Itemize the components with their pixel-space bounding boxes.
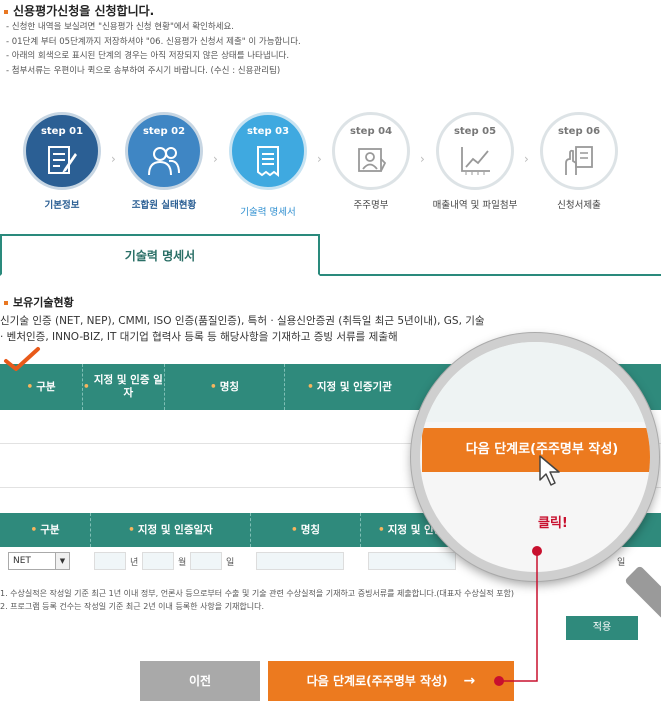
instruction-line: - 첨부서류는 우편이나 퀵으로 송부하여 주시기 바랍니다. (수신 : 신용… <box>6 65 281 76</box>
day-input[interactable] <box>190 552 222 570</box>
step-03[interactable]: step 03 기술력 명세서 <box>218 112 318 218</box>
step-label: 기술력 명세서 <box>240 207 296 218</box>
cursor-icon <box>539 455 560 486</box>
year-input[interactable] <box>94 552 126 570</box>
step-progress: step 01 기본정보 › step 02 조합원 실태현황 › step 0… <box>0 112 661 222</box>
click-annotation: 클릭! <box>538 516 568 531</box>
step-05[interactable]: step 05 매출내역 및 파일첨부 <box>425 112 525 211</box>
instruction-line: - 01단계 부터 05단계까지 저장하셔야 "06. 신용평가 신청서 제출"… <box>6 36 301 47</box>
arrow-right-icon: → <box>463 673 476 689</box>
page-title: 신용평가신청을 신청합니다. <box>4 2 154 19</box>
agency-input[interactable] <box>368 552 456 570</box>
id-card-icon <box>358 148 387 172</box>
step-label: 주주명부 <box>353 200 389 211</box>
type-select[interactable]: NET ▼ <box>8 552 70 570</box>
form-edit-icon <box>48 146 77 174</box>
step-label: 매출내역 및 파일첨부 <box>432 200 518 211</box>
prev-button[interactable]: 이전 <box>140 661 260 701</box>
instruction-line: - 아래의 회색으로 표시된 단계의 경우는 아직 저장되지 않은 상태를 나타… <box>6 51 290 61</box>
section-description: 신기술 인증 (NET, NEP), CMMI, ISO 인증(품질인증), 특… <box>0 315 485 343</box>
chart-icon <box>461 147 490 175</box>
step-04[interactable]: step 04 주주명부 <box>321 112 421 211</box>
people-icon <box>148 147 180 176</box>
magnifier-callout: 다음 단계로(주주명부 작성) 클릭! <box>411 333 659 581</box>
tab-tech-spec[interactable]: 기술력 명세서 <box>0 234 320 276</box>
receipt-icon <box>257 146 279 177</box>
section-title: 보유기술현황 <box>4 294 74 310</box>
month-input[interactable] <box>142 552 174 570</box>
step-label: 조합원 실태현황 <box>131 200 197 211</box>
apply-button[interactable]: 적용 <box>566 616 638 640</box>
step-06[interactable]: step 06 신청서제출 <box>529 112 629 211</box>
chevron-down-icon: ▼ <box>55 553 69 569</box>
name-input[interactable] <box>256 552 344 570</box>
tab-bar: 기술력 명세서 <box>0 234 661 276</box>
next-step-button[interactable]: 다음 단계로(주주명부 작성) → <box>268 661 514 701</box>
step-label: 신청서제출 <box>557 200 601 211</box>
instructions: - 신청한 내역을 보실려면 "신용평가 신청 현황"에서 확인하세요. - 0… <box>6 20 301 78</box>
footnotes: 1. 수상실적은 작성일 기준 최근 1년 이내 정부, 언론사 등으로부터 수… <box>0 589 514 611</box>
step-02[interactable]: step 02 조합원 실태현황 <box>114 112 214 211</box>
step-label: 기본정보 <box>44 200 80 211</box>
step-01[interactable]: step 01 기본정보 <box>12 112 112 211</box>
checkmark-icon <box>4 347 40 371</box>
hand-document-icon <box>565 146 593 175</box>
instruction-line: - 신청한 내역을 보실려면 "신용평가 신청 현황"에서 확인하세요. <box>6 22 235 32</box>
